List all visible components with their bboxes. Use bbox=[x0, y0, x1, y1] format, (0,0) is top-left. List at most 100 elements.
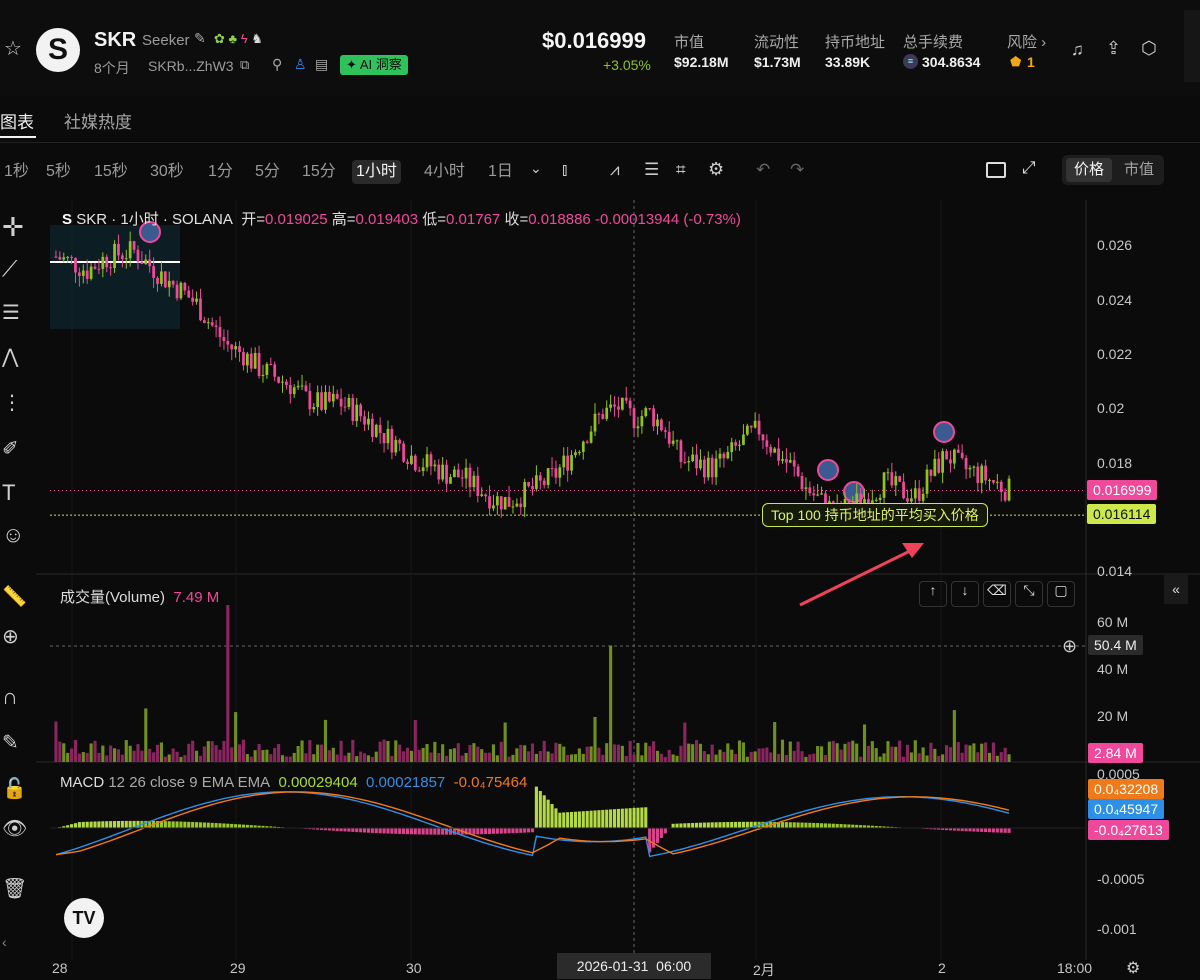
macd-tick: -0.0005 bbox=[1097, 871, 1144, 887]
brush-icon[interactable]: ✐ bbox=[2, 436, 30, 464]
volume-bar bbox=[644, 743, 647, 762]
candle-body bbox=[890, 472, 893, 485]
eye-icon[interactable]: 👁 bbox=[2, 816, 30, 844]
volume-bar bbox=[371, 757, 374, 762]
person-icon[interactable]: ♙ bbox=[294, 56, 307, 73]
volume-bar bbox=[543, 741, 546, 762]
ruler-icon[interactable]: 📏 bbox=[2, 584, 30, 612]
candle-body bbox=[476, 476, 479, 496]
collapse-arrow-icon[interactable]: ‹ bbox=[2, 934, 30, 962]
candle-body bbox=[66, 257, 69, 258]
zoom-in-icon[interactable]: ⊕ bbox=[2, 624, 30, 652]
magnet-icon[interactable]: ∩ bbox=[2, 684, 30, 712]
tradingview-logo[interactable]: TV bbox=[64, 898, 104, 938]
gear-icon[interactable]: ⚙ bbox=[708, 159, 724, 180]
candle-body bbox=[504, 497, 507, 509]
candle-type-icon[interactable]: ⫾ bbox=[562, 160, 567, 180]
time-tick: 2 bbox=[938, 960, 946, 976]
expand-icon[interactable]: ⤢ bbox=[1022, 158, 1036, 178]
volume-bar bbox=[191, 741, 194, 762]
macd-histogram-bar bbox=[355, 828, 358, 832]
tab-chart[interactable]: 图表 bbox=[0, 108, 34, 133]
settings-hex-icon[interactable]: ⬡ bbox=[1141, 38, 1157, 59]
volume-bar bbox=[914, 740, 917, 762]
copy-icon[interactable]: ⧉ bbox=[240, 57, 249, 73]
candle-body bbox=[984, 466, 987, 481]
card-icon[interactable]: ▤ bbox=[315, 56, 328, 73]
move-down-icon[interactable]: ↓ bbox=[951, 581, 979, 607]
indicator-icon[interactable]: ⩘ bbox=[610, 160, 620, 180]
volume-bar bbox=[265, 750, 268, 762]
emoji-icon[interactable]: ☺ bbox=[2, 522, 30, 550]
pattern-icon[interactable]: ⋀ bbox=[2, 344, 30, 372]
timeframe-15m[interactable]: 15分 bbox=[298, 160, 340, 184]
timeframe-5s[interactable]: 5秒 bbox=[42, 160, 75, 184]
layout-icon[interactable]: ☰ bbox=[644, 160, 659, 180]
volume-bar bbox=[996, 756, 999, 762]
fib-icon[interactable]: ⋮ bbox=[2, 390, 30, 418]
macd-histogram-bar bbox=[980, 828, 983, 832]
timeframe-4h[interactable]: 4小时 bbox=[420, 160, 469, 184]
volume-bar bbox=[929, 743, 932, 762]
macd-histogram-bar bbox=[425, 828, 428, 835]
move-up-icon[interactable]: ↑ bbox=[919, 581, 947, 607]
trendline-icon[interactable]: ⟋ bbox=[2, 256, 30, 284]
delete-pane-icon[interactable]: ⌫ bbox=[983, 581, 1011, 607]
timeframe-1m[interactable]: 1分 bbox=[204, 160, 237, 184]
trash-icon[interactable]: 🗑 bbox=[2, 876, 30, 904]
candle-body bbox=[344, 407, 347, 408]
volume-bar bbox=[144, 708, 147, 762]
volume-bar bbox=[148, 749, 151, 762]
time-tick: 29 bbox=[230, 960, 246, 976]
side-collapse-icon[interactable]: « bbox=[1164, 574, 1188, 604]
tab-social[interactable]: 社媒热度 bbox=[64, 108, 132, 133]
ai-insight-badge[interactable]: ✦ AI 洞察 bbox=[340, 55, 408, 75]
text-icon[interactable]: T bbox=[2, 480, 30, 508]
volume-bar bbox=[836, 743, 839, 762]
collapse-pane-icon[interactable]: ⤡ bbox=[1015, 581, 1043, 607]
volume-bar bbox=[187, 744, 190, 762]
search-icon[interactable]: ⚲ bbox=[272, 56, 282, 73]
lock-drawing-icon[interactable]: ✎ bbox=[2, 730, 30, 758]
timeframe-1h[interactable]: 1小时 bbox=[352, 160, 401, 184]
timeframe-5m[interactable]: 5分 bbox=[251, 160, 284, 184]
crosshair-icon[interactable]: ✛ bbox=[2, 212, 30, 240]
undo-icon[interactable]: ↶ bbox=[756, 160, 770, 180]
maximize-pane-icon[interactable]: ▢ bbox=[1047, 581, 1075, 607]
volume-bar bbox=[621, 746, 624, 762]
timeframe-1s[interactable]: 1秒 bbox=[0, 160, 33, 184]
macd-histogram-bar bbox=[601, 810, 604, 828]
volume-bar bbox=[449, 749, 452, 762]
lock-icon[interactable]: 🔓 bbox=[2, 776, 30, 804]
price-mode-price[interactable]: 价格 bbox=[1066, 158, 1112, 182]
fullscreen-box-icon[interactable] bbox=[986, 162, 1006, 178]
macd-histogram-bar bbox=[547, 800, 550, 828]
macd-histogram-bar bbox=[164, 821, 167, 828]
edit-icon[interactable]: ✎ bbox=[194, 30, 206, 47]
add-marker-icon[interactable]: ⊕ bbox=[1062, 636, 1077, 657]
macd-histogram-bar bbox=[734, 822, 737, 828]
macd-histogram-bar bbox=[816, 823, 819, 828]
stat-label-risk[interactable]: 风险 › bbox=[1007, 31, 1046, 52]
chart-settings-gear-icon[interactable]: ⚙ bbox=[1126, 958, 1140, 978]
legend-logo-icon: S bbox=[62, 211, 72, 228]
price-mode-mcap[interactable]: 市值 bbox=[1116, 158, 1162, 182]
volume-crosshair-tag: 50.4 M bbox=[1088, 635, 1143, 655]
volume-bar bbox=[937, 756, 940, 762]
token-address[interactable]: SKRb...ZhW3 bbox=[148, 58, 234, 74]
add-alert-icon[interactable]: ♫ bbox=[1071, 40, 1084, 60]
candle-body bbox=[430, 454, 433, 466]
timeframe-30s[interactable]: 30秒 bbox=[146, 160, 188, 184]
candle-body bbox=[172, 281, 175, 285]
volume-bar bbox=[340, 741, 343, 762]
template-icon[interactable]: ⌗ bbox=[676, 160, 686, 180]
chevron-down-icon[interactable]: ⌄ bbox=[530, 160, 542, 177]
parallel-lines-icon[interactable]: ☰ bbox=[2, 300, 30, 328]
favorite-star-icon[interactable]: ☆ bbox=[4, 36, 22, 61]
share-icon[interactable]: ⇪ bbox=[1106, 38, 1121, 59]
timeframe-1d[interactable]: 1日 bbox=[484, 160, 517, 184]
timeframe-15s[interactable]: 15秒 bbox=[90, 160, 132, 184]
redo-icon[interactable]: ↷ bbox=[790, 160, 804, 180]
volume-bar bbox=[695, 740, 698, 762]
candle-body bbox=[805, 487, 808, 489]
